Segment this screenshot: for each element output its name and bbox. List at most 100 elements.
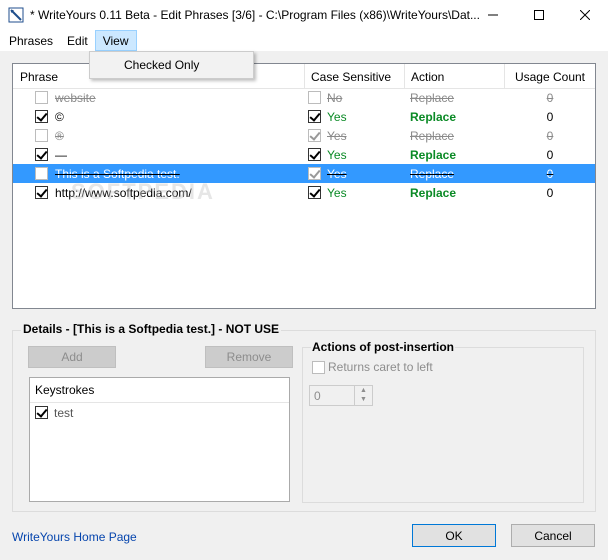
phrase-checkbox[interactable] (35, 148, 48, 161)
action-cell[interactable]: Replace (410, 145, 456, 164)
ok-button[interactable]: OK (412, 524, 496, 547)
usage-count-cell: 0 (505, 183, 595, 202)
table-row[interactable]: ® Yes Replace 0 (13, 126, 595, 145)
case-checkbox[interactable] (308, 110, 321, 123)
phrase-checkbox[interactable] (35, 129, 48, 142)
usage-count-text: 0 (546, 90, 554, 105)
maximize-button[interactable] (516, 0, 562, 30)
usage-count-cell: 0 (505, 126, 595, 145)
minimize-icon (488, 14, 498, 16)
case-sensitive-cell[interactable]: Yes (308, 183, 347, 202)
app-icon (8, 7, 24, 23)
usage-count-cell: 0 (505, 145, 595, 164)
list-rows: website No Replace 0 © Yes Replace 0 ® Y… (13, 88, 595, 202)
action-cell[interactable]: Replace (410, 107, 456, 126)
stepper-value: 0 (314, 388, 321, 403)
action-text: Replace (410, 166, 455, 181)
column-header-action[interactable]: Action (405, 64, 505, 89)
phrase-cell[interactable]: http://www.softpedia.com/ (35, 183, 192, 202)
phrase-text: © (55, 109, 64, 124)
menu-view[interactable]: View (94, 30, 137, 51)
phrase-cell[interactable]: — (35, 145, 67, 164)
case-checkbox[interactable] (308, 129, 321, 142)
usage-count-cell: 0 (505, 88, 595, 107)
phrase-list[interactable]: Phrase Case Sensitive Action Usage Count… (12, 63, 596, 309)
phrase-text: — (55, 147, 67, 162)
phrase-text: website (55, 90, 96, 105)
case-sensitive-cell[interactable]: Yes (308, 126, 347, 145)
action-cell[interactable]: Replace (410, 88, 454, 107)
remove-button[interactable]: Remove (205, 346, 293, 368)
usage-count-cell: 0 (505, 164, 595, 183)
phrase-checkbox[interactable] (35, 186, 48, 199)
phrase-cell[interactable]: ® (35, 126, 64, 145)
phrase-checkbox[interactable] (35, 91, 48, 104)
action-cell[interactable]: Replace (410, 126, 454, 145)
action-text: Replace (410, 185, 457, 200)
case-text: Yes (327, 147, 347, 162)
case-sensitive-cell[interactable]: Yes (308, 164, 347, 183)
case-sensitive-cell[interactable]: Yes (308, 145, 347, 164)
view-dropdown: Checked Only (89, 51, 254, 79)
caret-offset-stepper[interactable]: 0 ▲ ▼ (309, 385, 373, 406)
table-row[interactable]: http://www.softpedia.com/ Yes Replace 0 (13, 183, 595, 202)
close-button[interactable] (562, 0, 608, 30)
case-sensitive-cell[interactable]: No (308, 88, 342, 107)
case-text: Yes (327, 128, 347, 143)
table-row[interactable]: website No Replace 0 (13, 88, 595, 107)
menu-phrases[interactable]: Phrases (2, 30, 60, 51)
column-header-case-sensitive[interactable]: Case Sensitive (305, 64, 405, 89)
keystroke-label: test (54, 405, 74, 420)
list-item[interactable]: test (30, 403, 289, 422)
keystrokes-list[interactable]: Keystrokes test (29, 377, 290, 502)
spin-up-icon[interactable]: ▲ (355, 386, 372, 395)
spin-down-icon[interactable]: ▼ (355, 395, 372, 404)
phrase-checkbox[interactable] (35, 110, 48, 123)
case-checkbox[interactable] (308, 186, 321, 199)
keystrokes-header[interactable]: Keystrokes (30, 378, 289, 403)
add-button[interactable]: Add (28, 346, 116, 368)
usage-count-text: 0 (546, 109, 554, 124)
stepper-arrows[interactable]: ▲ ▼ (354, 386, 372, 405)
column-header-usage-count[interactable]: Usage Count (505, 64, 595, 89)
case-text: Yes (327, 185, 347, 200)
usage-count-text: 0 (546, 147, 554, 162)
phrase-text: http://www.softpedia.com/ (55, 185, 192, 200)
menu-bar: Phrases Edit View (0, 30, 608, 51)
usage-count-text: 0 (546, 185, 554, 200)
case-checkbox[interactable] (308, 91, 321, 104)
phrase-text: ® (55, 128, 64, 143)
minimize-button[interactable] (470, 0, 516, 30)
phrase-cell[interactable]: website (35, 88, 96, 107)
details-title: Details - [This is a Softpedia test.] - … (21, 322, 282, 336)
phrase-text: This is a Softpedia test. (55, 166, 180, 181)
usage-count-text: 0 (546, 166, 554, 181)
case-text: Yes (327, 109, 347, 124)
returns-caret-option[interactable]: Returns caret to left (312, 360, 433, 374)
phrase-cell[interactable]: © (35, 107, 64, 126)
case-checkbox[interactable] (308, 167, 321, 180)
menu-edit[interactable]: Edit (60, 30, 95, 51)
case-checkbox[interactable] (308, 148, 321, 161)
title-bar: * WriteYours 0.11 Beta - Edit Phrases [3… (0, 0, 608, 30)
table-row[interactable]: — Yes Replace 0 (13, 145, 595, 164)
case-sensitive-cell[interactable]: Yes (308, 107, 347, 126)
action-text: Replace (410, 147, 457, 162)
table-row[interactable]: This is a Softpedia test. Yes Replace 0 (13, 164, 595, 183)
action-cell[interactable]: Replace (410, 164, 454, 183)
maximize-icon (534, 10, 544, 20)
home-page-link[interactable]: WriteYours Home Page (12, 530, 137, 544)
case-text: No (327, 90, 343, 105)
phrase-checkbox[interactable] (35, 167, 48, 180)
action-text: Replace (410, 90, 455, 105)
returns-caret-checkbox[interactable] (312, 360, 325, 374)
cancel-button[interactable]: Cancel (511, 524, 595, 547)
table-row[interactable]: © Yes Replace 0 (13, 107, 595, 126)
post-insertion-title: Actions of post-insertion (311, 340, 455, 354)
menu-item-checked-only[interactable]: Checked Only (90, 58, 199, 72)
phrase-cell[interactable]: This is a Softpedia test. (35, 164, 180, 183)
action-text: Replace (410, 128, 455, 143)
usage-count-cell: 0 (505, 107, 595, 126)
action-cell[interactable]: Replace (410, 183, 456, 202)
keystroke-checkbox[interactable] (35, 406, 48, 419)
